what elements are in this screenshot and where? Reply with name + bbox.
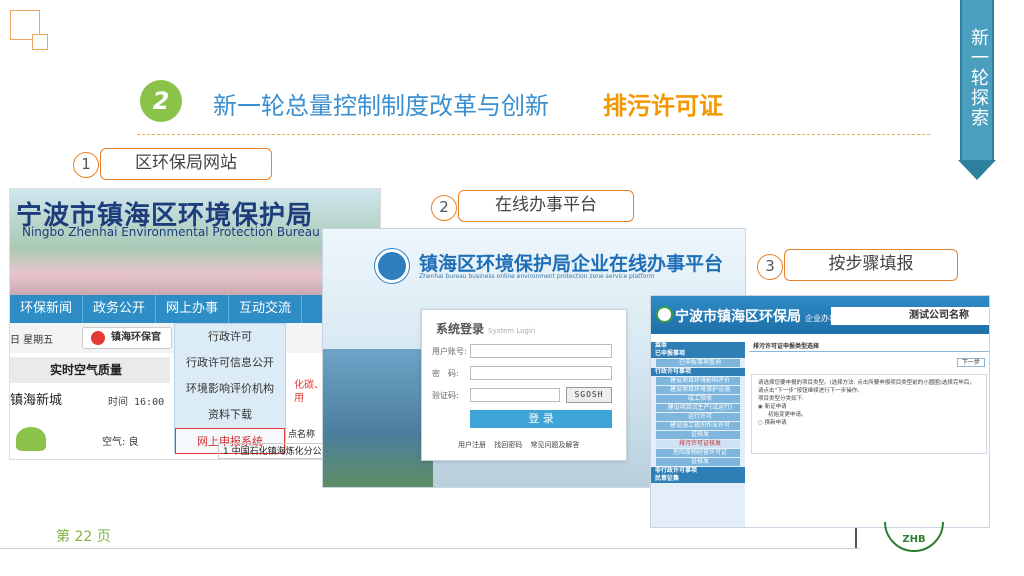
menu-item[interactable]: 行政许可 [175, 324, 285, 350]
sidebar-item[interactable]: 运行许可 [656, 413, 740, 421]
platform-header: 宁波市镇海区环保局 企业办事平台 测试公司名称 [651, 296, 989, 334]
user-label: 用户账号: [432, 347, 467, 356]
page-number: 第 22 页 [56, 529, 111, 545]
sidebar-item[interactable]: 排污许可证核发 [656, 440, 740, 448]
captcha-label: 验证码: [432, 391, 459, 400]
title-divider [137, 134, 930, 135]
option-renew[interactable]: ○ 换新申请 [758, 419, 980, 427]
sidebar-item[interactable]: 建设项目环境保护设施 [656, 386, 740, 394]
step-3-label: 按步骤填报 [784, 249, 958, 281]
step-1-number: 1 [73, 152, 99, 178]
login-box: 系统登录 System Login 用户账号: 密 码: 验证码: SGOSH 登… [421, 309, 627, 461]
step-1-label: 区环保局网站 [100, 148, 272, 180]
sidebar-item[interactable]: 已申报事项 [651, 350, 745, 358]
step-3-number: 3 [757, 254, 783, 280]
sidebar-item[interactable]: 竣工验收 [656, 395, 740, 403]
company-name: 测试公司名称 [831, 307, 989, 325]
step-2-label: 在线办事平台 [458, 190, 634, 222]
login-button[interactable]: 登 录 [470, 410, 612, 428]
captcha-input[interactable] [470, 388, 560, 402]
platform-title: 镇海区环境保护局企业在线办事平台 [419, 253, 724, 275]
instructions-text: 请选择您要申报的项目类型。(选择方法: 点击所要申报项目类型前的小圆圈)选择完毕… [758, 380, 975, 394]
captcha-image[interactable]: SGOSH [566, 387, 612, 403]
sidebar-item[interactable]: 建设施工夜间作业许可 [656, 422, 740, 430]
step-2-number: 2 [431, 195, 457, 221]
login-title: 系统登录 System Login [436, 322, 536, 336]
footer-divider [0, 548, 860, 549]
platform-subtitle: Zhenhai bureau business online environme… [419, 273, 655, 280]
instructions-box: 请选择您要申报的项目类型。(选择方法: 点击所要申报项目类型前的小圆圈)选择完毕… [751, 374, 987, 454]
sidebar-item[interactable]: 非行政许可事项 [651, 467, 745, 475]
sidebar-menu: 菜单 已申报事项 已申报事项查询 行政许可事项 建设项目环境影响评价 建设项目环境保护设施… [651, 342, 745, 527]
sidebar-item[interactable]: 民意征集 [651, 475, 745, 483]
seal-text: ZHB [884, 522, 944, 552]
instructions-sub: 项目类型分类如下: [758, 396, 804, 402]
panel-title: 排污许可证申报类型选择 [749, 342, 989, 352]
nav-item[interactable]: 互动交流 [229, 295, 303, 323]
weibo-label: 镇海环保官 [111, 332, 161, 343]
footer-bar [855, 528, 857, 548]
air-label: 空气: 良 [102, 437, 139, 448]
nav-item[interactable]: 环保新闻 [10, 295, 84, 323]
option-new-sub: 初始变更申请。 [768, 412, 807, 418]
page-title-accent: 排污许可证 [603, 92, 723, 120]
corner-decoration [32, 34, 48, 50]
menu-item[interactable]: 环境影响评价机构 [175, 376, 285, 402]
time-text: 时间 16:00 [108, 397, 165, 408]
sidebar-item[interactable]: 已申报事项查询 [656, 359, 740, 367]
option-new[interactable]: ◉ 新证申请 [758, 403, 980, 411]
password-label: 密 码: [432, 369, 459, 378]
section-number: 2 [140, 80, 182, 122]
platform-title: 宁波市镇海区环保局 企业办事平台 [675, 309, 853, 325]
sidebar-item[interactable]: 行政许可事项 [651, 368, 745, 376]
sidebar-item[interactable]: 证核发 [656, 458, 740, 466]
bureau-logo [375, 249, 409, 283]
bureau-logo [656, 306, 673, 323]
sidebar-item[interactable]: 建设项目环境影响评价 [656, 377, 740, 385]
sidebar-item[interactable]: 证核发 [656, 431, 740, 439]
weibo-icon [91, 331, 105, 345]
user-input[interactable] [470, 344, 612, 358]
nav-item[interactable]: 网上办事 [156, 295, 230, 323]
ribbon-text: 新一轮探索 [968, 28, 989, 128]
sidebar-item[interactable]: 危险废物经营许可证 [656, 449, 740, 457]
air-quality-tab[interactable]: 实时空气质量 [10, 357, 170, 383]
date-text: 日 星期五 [10, 335, 54, 346]
website-subtitle: Ningbo Zhenhai Environmental Protection … [22, 225, 320, 239]
login-links[interactable]: 用户注册 找回密码 常见问题及解答 [458, 440, 579, 450]
mascot-icon [16, 427, 46, 451]
menu-item[interactable]: 行政许可信息公开 [175, 350, 285, 376]
declaration-screenshot: 宁波市镇海区环保局 企业办事平台 测试公司名称 菜单 已申报事项 已申报事项查询 行政许… [650, 295, 990, 528]
menu-item[interactable]: 资料下载 [175, 402, 285, 428]
weibo-button[interactable]: 镇海环保官 [82, 327, 172, 349]
main-panel: 排污许可证申报类型选择 下一步 请选择您要申报的项目类型。(选择方法: 点击所要… [749, 342, 989, 522]
next-button[interactable]: 下一步 [957, 358, 985, 367]
sidebar-item[interactable]: 菜单 [651, 342, 745, 350]
sidebar-item[interactable]: 建设项目试生产(试运行) [656, 404, 740, 412]
nav-item[interactable]: 政务公开 [83, 295, 157, 323]
seal-logo: ZHB [884, 522, 944, 552]
ribbon-tip [958, 160, 996, 180]
landscape-image [323, 349, 433, 487]
page-title: 新一轮总量控制制度改革与创新 [213, 92, 549, 120]
password-input[interactable] [470, 366, 612, 380]
